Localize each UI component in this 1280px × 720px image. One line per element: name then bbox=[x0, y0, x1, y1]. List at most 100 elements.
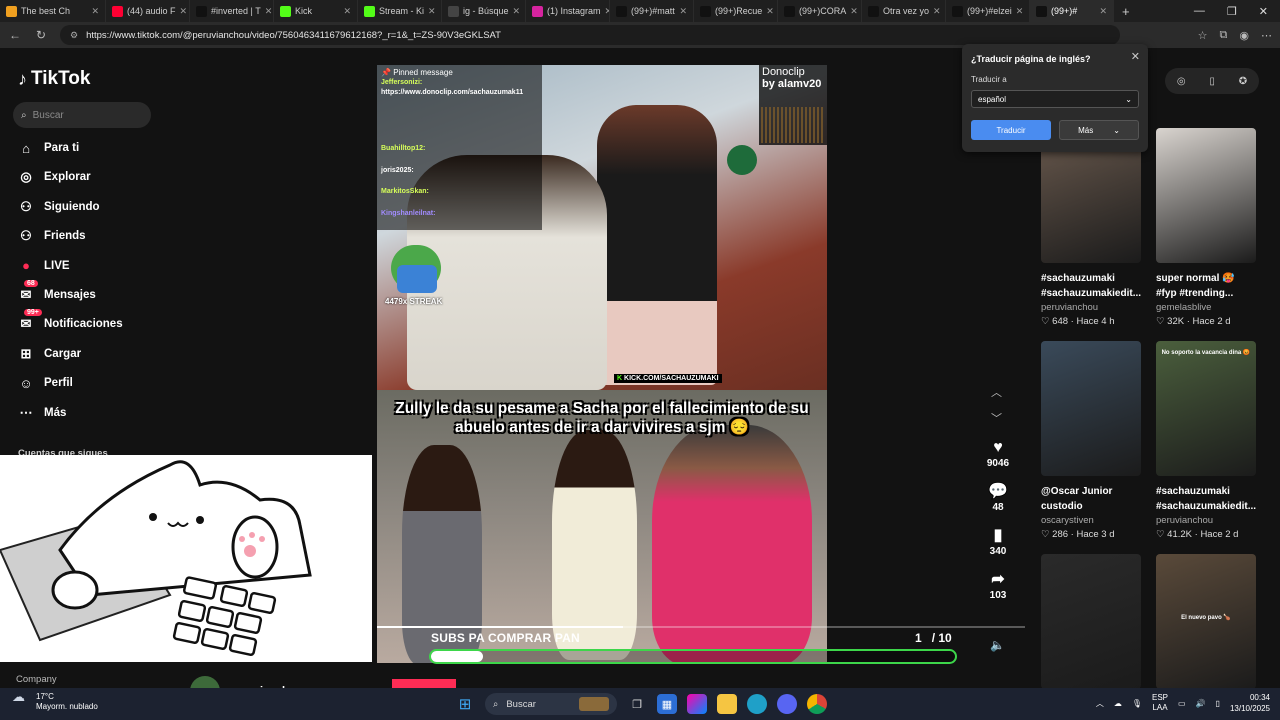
close-tab-icon[interactable]: ✕ bbox=[1099, 6, 1107, 17]
video-title[interactable]: @Oscar Junior custodio bbox=[1041, 484, 1141, 514]
nav-item-siguiendo[interactable]: ⚇ Siguiendo bbox=[18, 199, 99, 215]
recommended-video-card[interactable]: @Oscar Junior custodio oscarystiven ♡ 286 … bbox=[1041, 341, 1141, 542]
avatar[interactable]: ✪ bbox=[1239, 76, 1247, 87]
browser-tab[interactable]: ig - Búsque ✕ bbox=[442, 0, 526, 22]
follow-button[interactable] bbox=[392, 679, 456, 688]
recommended-video-card[interactable]: #sachauzumaki #sachauzumakiedit... peruvi… bbox=[1041, 128, 1141, 329]
close-tab-icon[interactable]: ✕ bbox=[180, 6, 188, 17]
tiktok-logo[interactable]: ♪ TikTok bbox=[18, 68, 90, 90]
close-tab-icon[interactable]: ✕ bbox=[766, 6, 774, 17]
chrome-icon[interactable] bbox=[807, 694, 827, 714]
battery-icon[interactable]: ▯ bbox=[1216, 699, 1220, 708]
share-button[interactable]: ➦ 103 bbox=[983, 570, 1013, 601]
clock[interactable]: 00:34 13/10/2025 bbox=[1230, 692, 1270, 714]
browser-tab[interactable]: Kick ✕ bbox=[274, 0, 358, 22]
device-icon[interactable]: ▯ bbox=[1209, 76, 1215, 87]
video-thumbnail[interactable] bbox=[1041, 341, 1141, 476]
browser-tab[interactable]: (1) Instagram✕ bbox=[526, 0, 610, 22]
taskbar-search[interactable]: ⌕ Buscar bbox=[485, 693, 617, 715]
browser-tab[interactable]: (99+)#elzei ✕ bbox=[946, 0, 1030, 22]
edge-icon[interactable] bbox=[747, 694, 767, 714]
browser-tab[interactable]: Otra vez yo ✕ bbox=[862, 0, 946, 22]
onedrive-icon[interactable]: ☁ bbox=[1114, 699, 1122, 708]
video-author[interactable]: oscarystiven bbox=[1041, 514, 1141, 528]
store-icon[interactable]: ▦ bbox=[657, 694, 677, 714]
video-author[interactable]: peruvianchou bbox=[1156, 514, 1256, 528]
close-tab-icon[interactable]: ✕ bbox=[513, 6, 521, 17]
reload-icon[interactable]: ↻ bbox=[34, 28, 48, 42]
video-author[interactable]: peruvianchou bbox=[1041, 301, 1141, 315]
browser-tab[interactable]: The best Ch ✕ bbox=[0, 0, 106, 22]
discord-icon[interactable] bbox=[777, 694, 797, 714]
site-info-icon[interactable]: ⚙ bbox=[70, 30, 78, 41]
video-player[interactable]: 📌 Pinned message Jeffersonizi: https://w… bbox=[377, 65, 827, 663]
close-tab-icon[interactable]: ✕ bbox=[933, 6, 941, 17]
star-icon[interactable]: ☆ bbox=[1198, 29, 1208, 42]
video-title[interactable]: #sachauzumaki #sachauzumakiedit... bbox=[1041, 271, 1141, 301]
nav-item-para-ti[interactable]: ⌂ Para ti bbox=[18, 140, 79, 156]
translate-button[interactable]: Traducir bbox=[971, 120, 1051, 140]
speaker-icon[interactable]: 🔊 bbox=[1196, 699, 1206, 708]
browser-tab[interactable]: (99+)Recue ✕ bbox=[694, 0, 778, 22]
video-title[interactable]: super normal 🥵 #fyp #trending... bbox=[1156, 271, 1256, 301]
video-thumbnail[interactable] bbox=[1156, 128, 1256, 263]
nav-item-cargar[interactable]: ⊞ Cargar bbox=[18, 346, 82, 362]
browser-tab[interactable]: (99+)# ✕ bbox=[1030, 0, 1114, 22]
task-view-icon[interactable]: ❐ bbox=[627, 694, 647, 714]
url-field[interactable]: ⚙ https://www.tiktok.com/@peruvianchou/v… bbox=[60, 25, 1120, 45]
back-icon[interactable]: ← bbox=[8, 28, 22, 42]
close-tab-icon[interactable]: ✕ bbox=[679, 6, 687, 17]
nav-item-notificaciones[interactable]: ✉ 99+ Notificaciones bbox=[18, 309, 123, 332]
weather-widget[interactable]: ☁ 17°C Mayorm. nublado bbox=[12, 690, 98, 712]
recommended-video-card[interactable]: El nuevo pavo 🍗 bbox=[1156, 554, 1256, 689]
prev-video-icon[interactable]: ︿ bbox=[991, 384, 1002, 400]
nav-item-friends[interactable]: ⚇ Friends bbox=[18, 228, 85, 244]
browser-tab[interactable]: (99+)#matt ✕ bbox=[610, 0, 694, 22]
copilot-icon[interactable] bbox=[687, 694, 707, 714]
video-thumbnail[interactable]: No soporto la vacancia dina 😡 bbox=[1156, 341, 1256, 476]
video-thumbnail[interactable] bbox=[1041, 554, 1141, 689]
video-author[interactable]: gemelasblive bbox=[1156, 301, 1256, 315]
network-icon[interactable]: ▭ bbox=[1178, 699, 1186, 708]
next-video-icon[interactable]: ﹀ bbox=[991, 410, 1002, 426]
new-tab-icon[interactable]: + bbox=[1114, 4, 1138, 19]
video-title[interactable]: #sachauzumaki #sachauzumakiedit... bbox=[1156, 484, 1256, 514]
nav-item-más[interactable]: ⋯ Más bbox=[18, 405, 67, 421]
minimize-icon[interactable]: — bbox=[1194, 5, 1205, 18]
file-explorer-icon[interactable] bbox=[717, 694, 737, 714]
language-select[interactable]: español ⌄ bbox=[971, 90, 1139, 108]
close-tab-icon[interactable]: ✕ bbox=[265, 6, 273, 17]
mic-icon[interactable]: 🎙 bbox=[1132, 699, 1142, 708]
nav-item-mensajes[interactable]: ✉ 68 Mensajes bbox=[18, 280, 96, 303]
nav-item-live[interactable]: ● LIVE bbox=[18, 258, 70, 274]
more-options-button[interactable]: Más ⌄ bbox=[1059, 120, 1139, 140]
close-tab-icon[interactable]: ✕ bbox=[1016, 6, 1024, 17]
coin-icon[interactable]: ◎ bbox=[1177, 76, 1186, 87]
profile-icon[interactable]: ◉ bbox=[1239, 29, 1249, 42]
like-button[interactable]: ♥ 9046 bbox=[983, 438, 1013, 469]
browser-tab[interactable]: Stream - Ki ✕ bbox=[358, 0, 442, 22]
chevron-up-icon[interactable]: ︿ bbox=[1096, 698, 1104, 709]
close-tab-icon[interactable]: ✕ bbox=[343, 6, 351, 17]
extensions-icon[interactable]: ⧉ bbox=[1220, 29, 1228, 42]
video-thumbnail[interactable]: El nuevo pavo 🍗 bbox=[1156, 554, 1256, 689]
search-input[interactable]: ⌕ Buscar bbox=[13, 102, 151, 128]
close-window-icon[interactable]: ✕ bbox=[1259, 5, 1268, 18]
browser-tab[interactable]: (44) audio F ✕ bbox=[106, 0, 190, 22]
nav-item-explorar[interactable]: ◎ Explorar bbox=[18, 169, 90, 185]
close-tab-icon[interactable]: ✕ bbox=[428, 6, 436, 17]
recommended-video-card[interactable]: No soporto la vacancia dina 😡 #sachauzuma… bbox=[1156, 341, 1256, 542]
save-button[interactable]: ▮ 340 bbox=[983, 526, 1013, 557]
language-indicator[interactable]: ESP LAA bbox=[1152, 693, 1168, 713]
maximize-icon[interactable]: ❐ bbox=[1227, 5, 1237, 18]
browser-tab[interactable]: #inverted | T ✕ bbox=[190, 0, 274, 22]
close-icon[interactable]: ✕ bbox=[1131, 50, 1140, 63]
close-tab-icon[interactable]: ✕ bbox=[91, 6, 99, 17]
company-link[interactable]: Company bbox=[16, 674, 57, 685]
volume-icon[interactable]: 🔈 bbox=[990, 638, 1005, 652]
close-tab-icon[interactable]: ✕ bbox=[850, 6, 858, 17]
menu-icon[interactable]: ⋯ bbox=[1261, 29, 1272, 42]
recommended-video-card[interactable] bbox=[1041, 554, 1141, 689]
recommended-video-card[interactable]: super normal 🥵 #fyp #trending... gemelasb… bbox=[1156, 128, 1256, 329]
windows-start-icon[interactable]: ⊞ bbox=[455, 694, 475, 714]
